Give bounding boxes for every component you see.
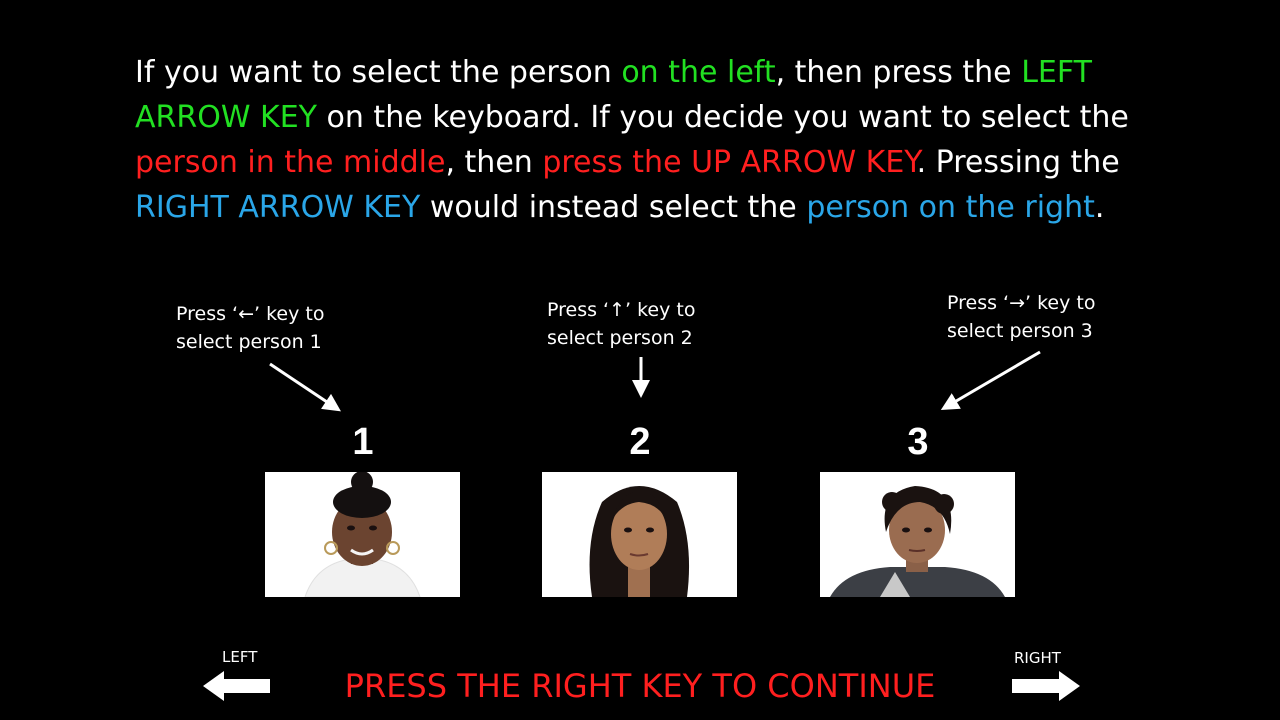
nav-arrows xyxy=(203,671,1080,701)
continue-prompt: PRESS THE RIGHT KEY TO CONTINUE xyxy=(344,667,936,705)
